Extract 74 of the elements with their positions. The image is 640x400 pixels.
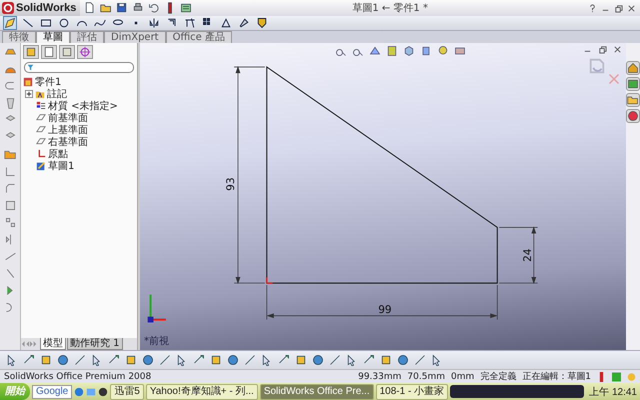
command-tab[interactable]: 評估 (70, 30, 104, 43)
trim-icon[interactable] (184, 16, 196, 29)
chamfer-icon[interactable] (4, 182, 16, 195)
logo-text: SolidWorks (16, 2, 76, 14)
status-text: SolidWorks Office Premium 2008 (4, 372, 152, 382)
tree-item[interactable]: 草圖1 (48, 158, 74, 173)
status-text: 正在編輯：草圖1 (522, 370, 591, 383)
previous-view-icon[interactable] (369, 44, 381, 57)
folder-icon[interactable] (100, 2, 112, 14)
status-text: 完全定義 (480, 370, 516, 383)
folder-icon[interactable] (626, 92, 640, 107)
tree-item[interactable]: 前基準面 (48, 110, 88, 125)
save-icon[interactable] (116, 2, 128, 14)
tree-item[interactable]: 材質 <未指定> (48, 98, 118, 113)
command-tab[interactable]: Office 產品 (166, 30, 232, 43)
origin-icon (266, 277, 273, 284)
view-label: *前視 (144, 334, 169, 348)
shield-icon[interactable] (256, 16, 268, 29)
taskbar-button[interactable]: Yahoo!奇摩知識+ - 列... (146, 384, 258, 400)
shell-icon[interactable] (4, 198, 16, 212)
fillet-icon[interactable] (4, 164, 16, 178)
line-icon[interactable] (22, 16, 34, 29)
model-tab[interactable]: 動作研究 1 (67, 338, 123, 350)
origin-icon (36, 148, 46, 159)
close-icon[interactable] (627, 4, 636, 12)
crosshair-icon[interactable] (77, 44, 93, 59)
circle-icon[interactable] (58, 16, 70, 29)
plane-icon (36, 124, 46, 135)
axis-triad-icon (148, 294, 166, 322)
undo-icon[interactable] (148, 2, 160, 14)
rectangle-icon[interactable] (40, 16, 52, 29)
new-file-icon[interactable] (84, 2, 96, 14)
tree-item[interactable]: 右基準面 (48, 134, 88, 149)
close-icon[interactable] (613, 44, 622, 54)
restore-icon[interactable] (614, 4, 623, 12)
coordinate-text: 0mm (451, 372, 474, 382)
dimension-text: 93 (225, 177, 238, 191)
material-icon (36, 100, 46, 111)
filter-field[interactable] (24, 62, 134, 73)
dimension-text: 99 (378, 304, 392, 316)
app-logo[interactable]: SolidWorks (0, 0, 80, 16)
home-icon[interactable] (626, 60, 640, 75)
window-title: 草圖1 ← 零件1 * (351, 2, 429, 15)
sketch-icon (36, 160, 46, 171)
tree-item[interactable]: 原點 (48, 146, 68, 161)
tree-item[interactable]: 註記 (47, 86, 67, 101)
taskbar-button[interactable]: 迅雷5 (110, 384, 144, 400)
command-tab[interactable]: 草圖 (36, 30, 70, 43)
library-icon[interactable] (626, 76, 640, 91)
taskbar-button[interactable]: 108-1 - 小畫家 (376, 384, 448, 400)
command-tab[interactable]: 特徵 (2, 30, 36, 43)
expand-icon[interactable] (25, 90, 33, 98)
model-tab[interactable]: 模型 (40, 338, 66, 350)
clock: 上午 12:41 (588, 386, 638, 398)
plane-icon (36, 136, 46, 147)
part-icon (23, 76, 33, 87)
filter-icon (27, 64, 34, 71)
coordinate-text: 99.33mm (358, 372, 402, 382)
offset-icon[interactable] (166, 16, 178, 29)
sketch-icon[interactable] (4, 16, 16, 29)
logo-icon (2, 2, 14, 14)
tree-item[interactable]: 零件1 (35, 74, 62, 89)
coordinate-text: 70.5mm (407, 372, 445, 382)
appearance-icon[interactable] (626, 108, 640, 123)
command-tab[interactable]: DimXpert (104, 30, 166, 43)
mirror-icon[interactable] (148, 16, 160, 29)
taskbar-button[interactable]: SolidWorks Office Pre... (260, 384, 374, 400)
plane-icon (36, 112, 46, 123)
pattern-icon[interactable] (4, 216, 16, 229)
tree-item[interactable]: 上基準面 (48, 122, 88, 137)
dimension-text: 24 (522, 248, 534, 262)
annotation-icon (35, 88, 45, 99)
restore-icon[interactable] (598, 44, 607, 54)
search-field[interactable]: Google (32, 384, 72, 398)
